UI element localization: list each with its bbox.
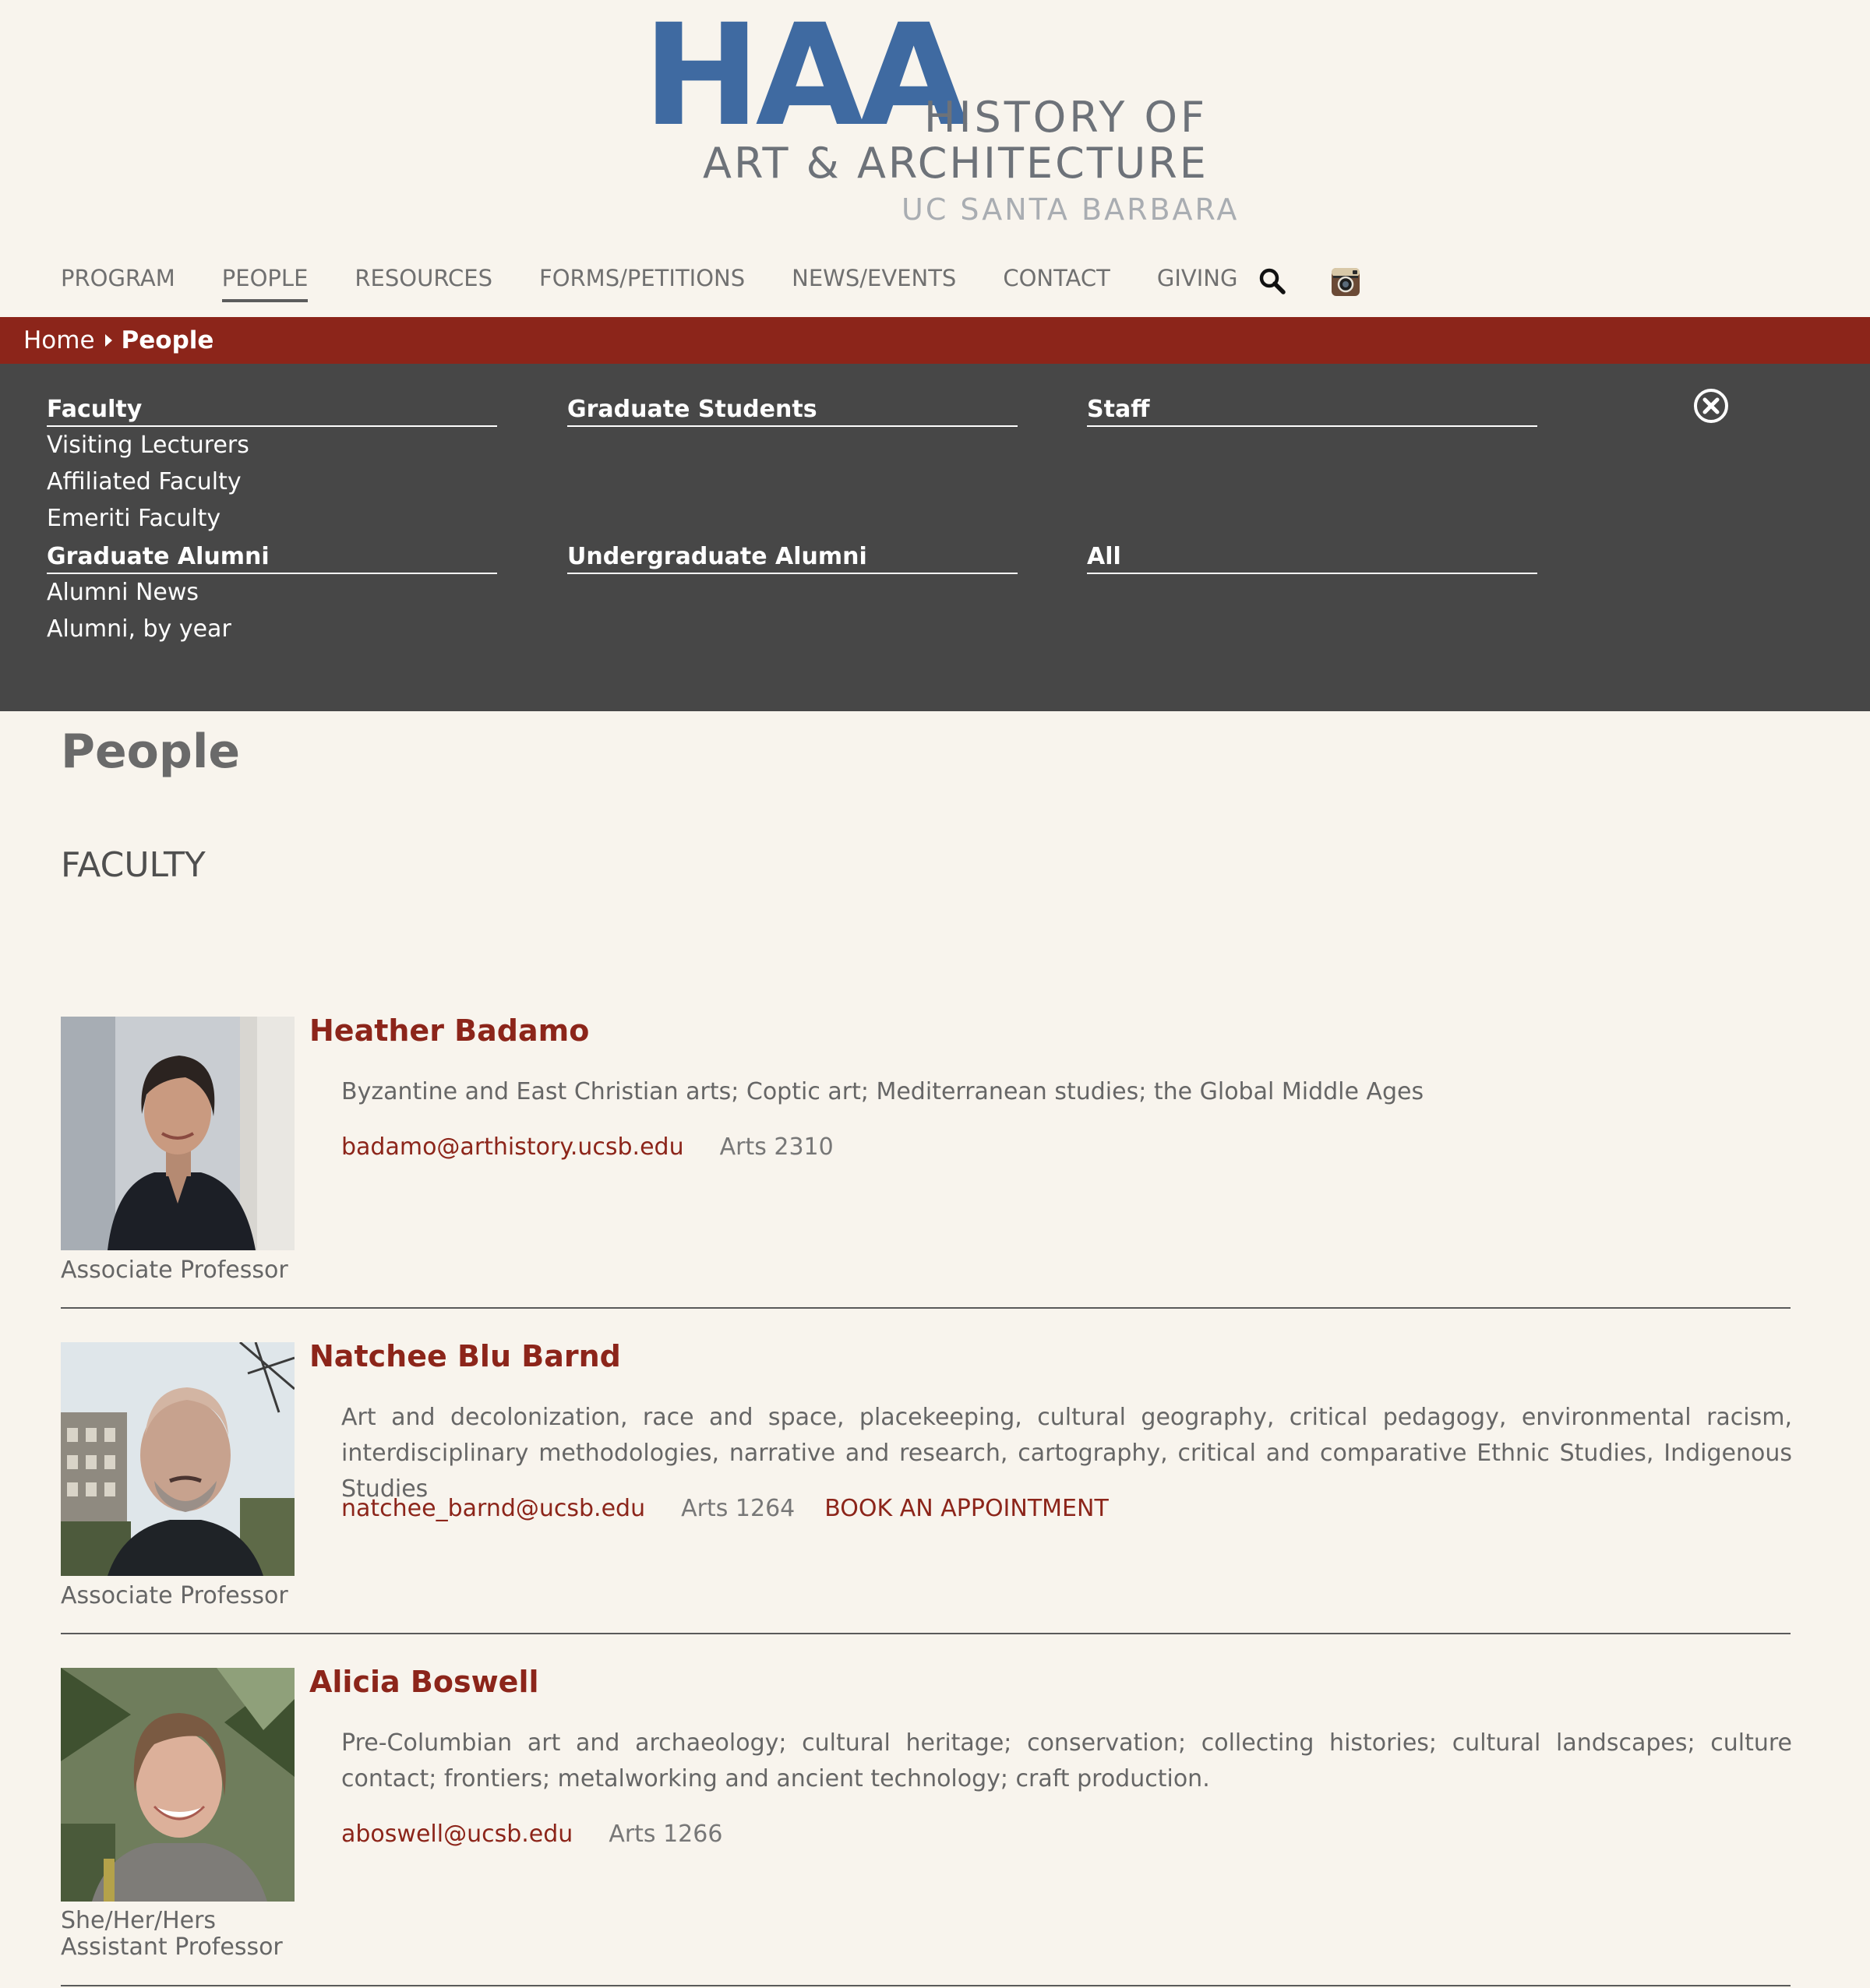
person-title: Associate Professor	[61, 1257, 288, 1284]
submenu-undergraduate-alumni[interactable]: Undergraduate Alumni	[567, 541, 1018, 574]
person-office: Arts 1264	[681, 1495, 796, 1522]
faculty-card-badamo: Heather Badamo Byzantine and East Christ…	[61, 1013, 1791, 1297]
person-contact: aboswell@ucsb.edu Arts 1266	[341, 1821, 752, 1848]
submenu-emeriti-faculty[interactable]: Emeriti Faculty	[47, 500, 497, 537]
breadcrumb: Home People	[0, 317, 1870, 364]
submenu-col-graduate-students: Graduate Students	[567, 394, 1018, 427]
submenu-graduate-students[interactable]: Graduate Students	[567, 394, 1018, 427]
person-pronouns: She/Her/Hers	[61, 1907, 217, 1934]
main-nav: PROGRAM PEOPLE RESOURCES FORMS/PETITIONS…	[61, 265, 1284, 308]
person-office: Arts 2310	[719, 1133, 834, 1161]
submenu-staff[interactable]: Staff	[1087, 394, 1537, 427]
faculty-card-barnd: Natchee Blu Barnd Art and decolonization…	[61, 1339, 1792, 1623]
person-name[interactable]: Alicia Boswell	[309, 1665, 539, 1699]
nav-news-events[interactable]: NEWS/EVENTS	[792, 265, 956, 299]
photo-natchee-blu-barnd[interactable]	[61, 1342, 295, 1576]
site-logo[interactable]: HAA HISTORY OF ART & ARCHITECTURE UC SAN…	[0, 0, 1870, 249]
chevron-right-icon	[104, 334, 112, 347]
divider	[61, 1307, 1791, 1309]
nav-forms-petitions[interactable]: FORMS/PETITIONS	[539, 265, 745, 299]
close-icon[interactable]	[1692, 387, 1730, 425]
person-research-areas: Byzantine and East Christian arts; Copti…	[341, 1078, 1424, 1105]
nav-program[interactable]: PROGRAM	[61, 265, 175, 299]
submenu-col-faculty: Faculty Visiting Lecturers Affiliated Fa…	[47, 394, 497, 537]
photo-alicia-boswell[interactable]	[61, 1668, 295, 1902]
person-research-areas: Pre-Columbian art and archaeology; cultu…	[341, 1729, 1792, 1792]
submenu-alumni-by-year[interactable]: Alumni, by year	[47, 611, 497, 647]
person-title: Assistant Professor	[61, 1933, 283, 1961]
person-email[interactable]: natchee_barnd@ucsb.edu	[341, 1495, 645, 1522]
nav-contact[interactable]: CONTACT	[1003, 265, 1110, 299]
search-icon[interactable]	[1258, 266, 1289, 298]
nav-people[interactable]: PEOPLE	[221, 265, 309, 302]
submenu-col-undergraduate-alumni: Undergraduate Alumni	[567, 541, 1018, 574]
section-title-faculty: FACULTY	[61, 845, 206, 885]
nav-resources[interactable]: RESOURCES	[355, 265, 492, 299]
nav-giving[interactable]: GIVING	[1157, 265, 1238, 299]
person-contact: badamo@arthistory.ucsb.edu Arts 2310	[341, 1133, 863, 1161]
logo-line-1: HISTORY OF	[924, 93, 1208, 142]
submenu-col-all: All	[1087, 541, 1537, 574]
person-email[interactable]: aboswell@ucsb.edu	[341, 1821, 573, 1848]
page-title: People	[61, 724, 241, 779]
person-name[interactable]: Natchee Blu Barnd	[309, 1339, 621, 1373]
submenu-affiliated-faculty[interactable]: Affiliated Faculty	[47, 464, 497, 500]
submenu-alumni-news[interactable]: Alumni News	[47, 574, 497, 611]
photo-heather-badamo[interactable]	[61, 1017, 295, 1250]
logo-line-3: UC SANTA BARBARA	[901, 192, 1240, 227]
book-appointment-link[interactable]: BOOK AN APPOINTMENT	[824, 1495, 1109, 1522]
submenu-faculty[interactable]: Faculty	[47, 394, 497, 427]
faculty-card-boswell: Alicia Boswell Pre-Columbian art and arc…	[61, 1665, 1792, 1979]
person-title: Associate Professor	[61, 1582, 288, 1609]
person-email[interactable]: badamo@arthistory.ucsb.edu	[341, 1133, 684, 1161]
logo-line-2: ART & ARCHITECTURE	[703, 139, 1208, 188]
person-contact: natchee_barnd@ucsb.edu Arts 1264 BOOK AN…	[341, 1495, 1109, 1522]
person-name[interactable]: Heather Badamo	[309, 1013, 589, 1048]
breadcrumb-current: People	[121, 326, 214, 354]
people-submenu-panel: Faculty Visiting Lecturers Affiliated Fa…	[0, 364, 1870, 711]
person-office: Arts 1266	[609, 1821, 723, 1848]
person-research-areas: Art and decolonization, race and space, …	[341, 1404, 1792, 1503]
submenu-col-staff: Staff	[1087, 394, 1537, 427]
submenu-col-graduate-alumni: Graduate Alumni Alumni News Alumni, by y…	[47, 541, 497, 647]
instagram-icon[interactable]	[1330, 266, 1361, 298]
divider	[61, 1985, 1791, 1986]
submenu-all[interactable]: All	[1087, 541, 1537, 574]
submenu-visiting-lecturers[interactable]: Visiting Lecturers	[47, 427, 497, 464]
divider	[61, 1633, 1791, 1634]
breadcrumb-home[interactable]: Home	[23, 326, 95, 354]
logo-abbr: HAA	[643, 0, 968, 157]
submenu-graduate-alumni[interactable]: Graduate Alumni	[47, 541, 497, 574]
